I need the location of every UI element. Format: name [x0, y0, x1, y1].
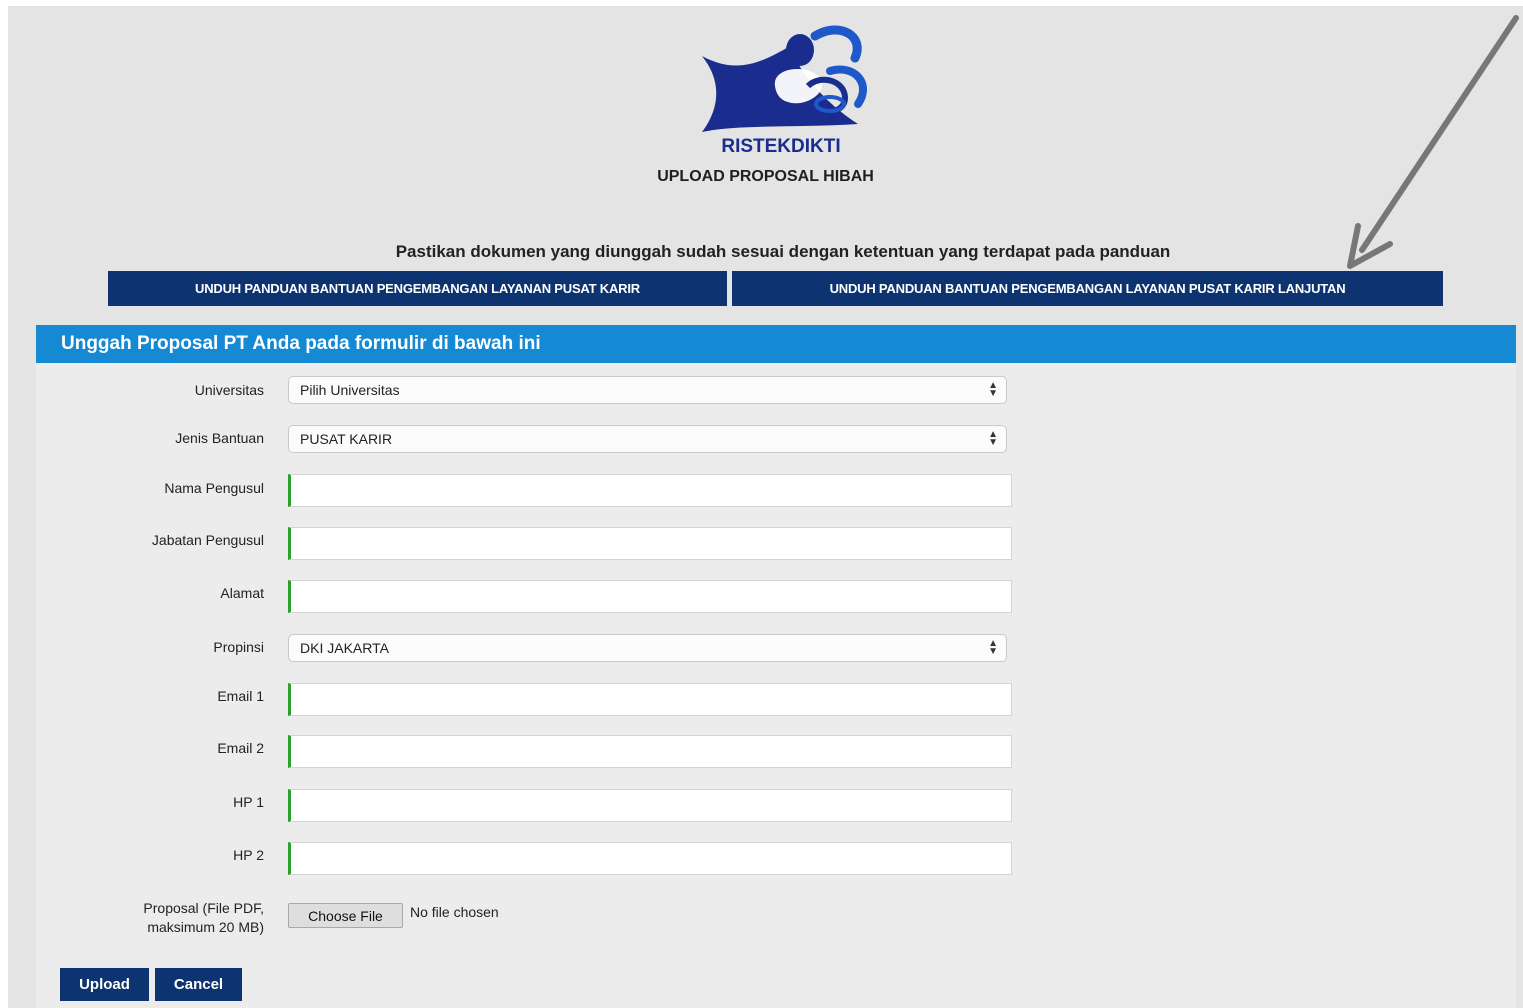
annotation-arrow-icon: [1347, 15, 1519, 269]
